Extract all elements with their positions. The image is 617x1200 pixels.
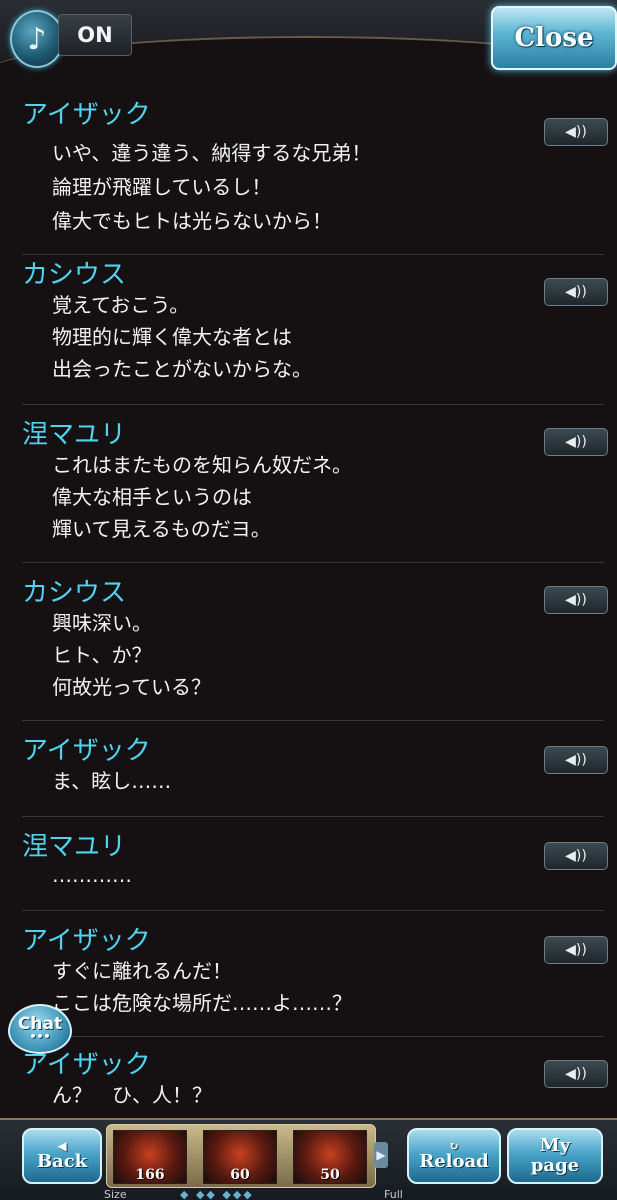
- header-bar: ♪ ON Close: [0, 0, 617, 128]
- reload-label: Reload: [419, 1151, 489, 1172]
- mypage-label-line1: My: [539, 1135, 571, 1156]
- slot-count: 166: [135, 1167, 165, 1183]
- speaker-name: アイザック: [22, 100, 151, 130]
- dialogue-line: ん？ ひ、人！？: [52, 1083, 212, 1107]
- ability-slot[interactable]: 166: [113, 1130, 187, 1184]
- mypage-button[interactable]: My page: [507, 1128, 603, 1184]
- close-button[interactable]: Close: [491, 6, 617, 70]
- speaker-name: アイザック: [22, 926, 151, 956]
- dialogue-line: ヒト、か？: [52, 643, 152, 667]
- size-marks: ◆ ◆◆ ◆◆◆: [180, 1188, 254, 1200]
- speaker-name: カシウス: [22, 260, 127, 290]
- speaker-icon: ◀)): [565, 434, 587, 450]
- dialogue-line: 輝いて見えるものだヨ。: [52, 517, 271, 541]
- speaker-icon: ◀)): [565, 124, 587, 140]
- full-label: Full: [384, 1188, 403, 1200]
- entry-divider: [22, 254, 604, 255]
- speaker-name: 涅マユリ: [22, 420, 127, 450]
- dialogue-line: …………: [52, 863, 132, 887]
- dialogue-line: ま、眩し……: [52, 769, 172, 793]
- speaker-icon: ◀)): [565, 848, 587, 864]
- speaker-icon: ◀)): [565, 284, 587, 300]
- entry-divider: [22, 1036, 604, 1037]
- entry-divider: [22, 910, 604, 911]
- dialogue-line: 興味深い。: [52, 611, 152, 635]
- voice-play-button[interactable]: ◀)): [544, 842, 608, 870]
- entry-divider: [22, 816, 604, 817]
- music-state-label[interactable]: ON: [58, 14, 132, 56]
- ability-slot[interactable]: 60: [203, 1130, 277, 1184]
- dialogue-line: 偉大でもヒトは光らないから！: [52, 209, 332, 233]
- ability-slots: 166 60 50: [106, 1124, 376, 1188]
- speaker-name: 涅マユリ: [22, 832, 127, 862]
- speaker-icon: ◀)): [565, 1066, 587, 1082]
- story-log-screen: ♪ ON Close アイザック ◀)) いや、違う違う、納得するな兄弟！ 論理…: [0, 0, 617, 1200]
- dialogue-line: 何故光っている？: [52, 675, 211, 699]
- voice-play-button[interactable]: ◀)): [544, 586, 608, 614]
- chat-button[interactable]: Chat •••: [8, 1004, 72, 1054]
- dialogue-line: 出会ったことがないからな。: [52, 357, 312, 381]
- ability-slot[interactable]: 50: [293, 1130, 367, 1184]
- voice-play-button[interactable]: ◀)): [544, 1060, 608, 1088]
- back-label: Back: [36, 1151, 88, 1172]
- slot-count: 60: [230, 1167, 250, 1183]
- voice-play-button[interactable]: ◀)): [544, 278, 608, 306]
- speaker-icon: ◀)): [565, 752, 587, 768]
- size-slider[interactable]: Size ◆ ◆◆ ◆◆◆ Full: [0, 1188, 617, 1200]
- voice-play-button[interactable]: ◀)): [544, 118, 608, 146]
- dialogue-line: すぐに離れるんだ！: [52, 959, 232, 983]
- dialogue-line: 物理的に輝く偉大な者とは: [52, 325, 292, 349]
- chat-dots-icon: •••: [29, 1029, 51, 1043]
- music-toggle-button[interactable]: ♪: [10, 10, 64, 68]
- footer-bar: ◀ Back 166 60 50 ▶ ↻ Reload My page Size…: [0, 1118, 617, 1200]
- reload-button[interactable]: ↻ Reload: [407, 1128, 501, 1184]
- dialogue-line: 偉大な相手というのは: [52, 485, 252, 509]
- slots-next-arrow-icon[interactable]: ▶: [374, 1142, 388, 1168]
- entry-divider: [22, 404, 604, 405]
- speaker-name: カシウス: [22, 578, 127, 608]
- slot-count: 50: [320, 1167, 340, 1183]
- entry-divider: [22, 720, 604, 721]
- dialogue-line: いや、違う違う、納得するな兄弟！: [52, 141, 372, 165]
- music-note-icon: ♪: [27, 21, 47, 57]
- speaker-name: アイザック: [22, 736, 151, 766]
- voice-play-button[interactable]: ◀)): [544, 746, 608, 774]
- dialogue-line: ここは危険な場所だ……よ……？: [52, 991, 352, 1015]
- entry-divider: [22, 562, 604, 563]
- speaker-icon: ◀)): [565, 942, 587, 958]
- dialogue-line: これはまたものを知らん奴だネ。: [52, 453, 352, 477]
- dialogue-line: 覚えておこう。: [52, 293, 190, 317]
- size-label: Size: [104, 1188, 127, 1200]
- mypage-label-line2: page: [530, 1155, 580, 1176]
- back-button[interactable]: ◀ Back: [22, 1128, 102, 1184]
- voice-play-button[interactable]: ◀)): [544, 428, 608, 456]
- voice-play-button[interactable]: ◀)): [544, 936, 608, 964]
- speaker-icon: ◀)): [565, 592, 587, 608]
- dialogue-line: 論理が飛躍しているし！: [52, 175, 272, 199]
